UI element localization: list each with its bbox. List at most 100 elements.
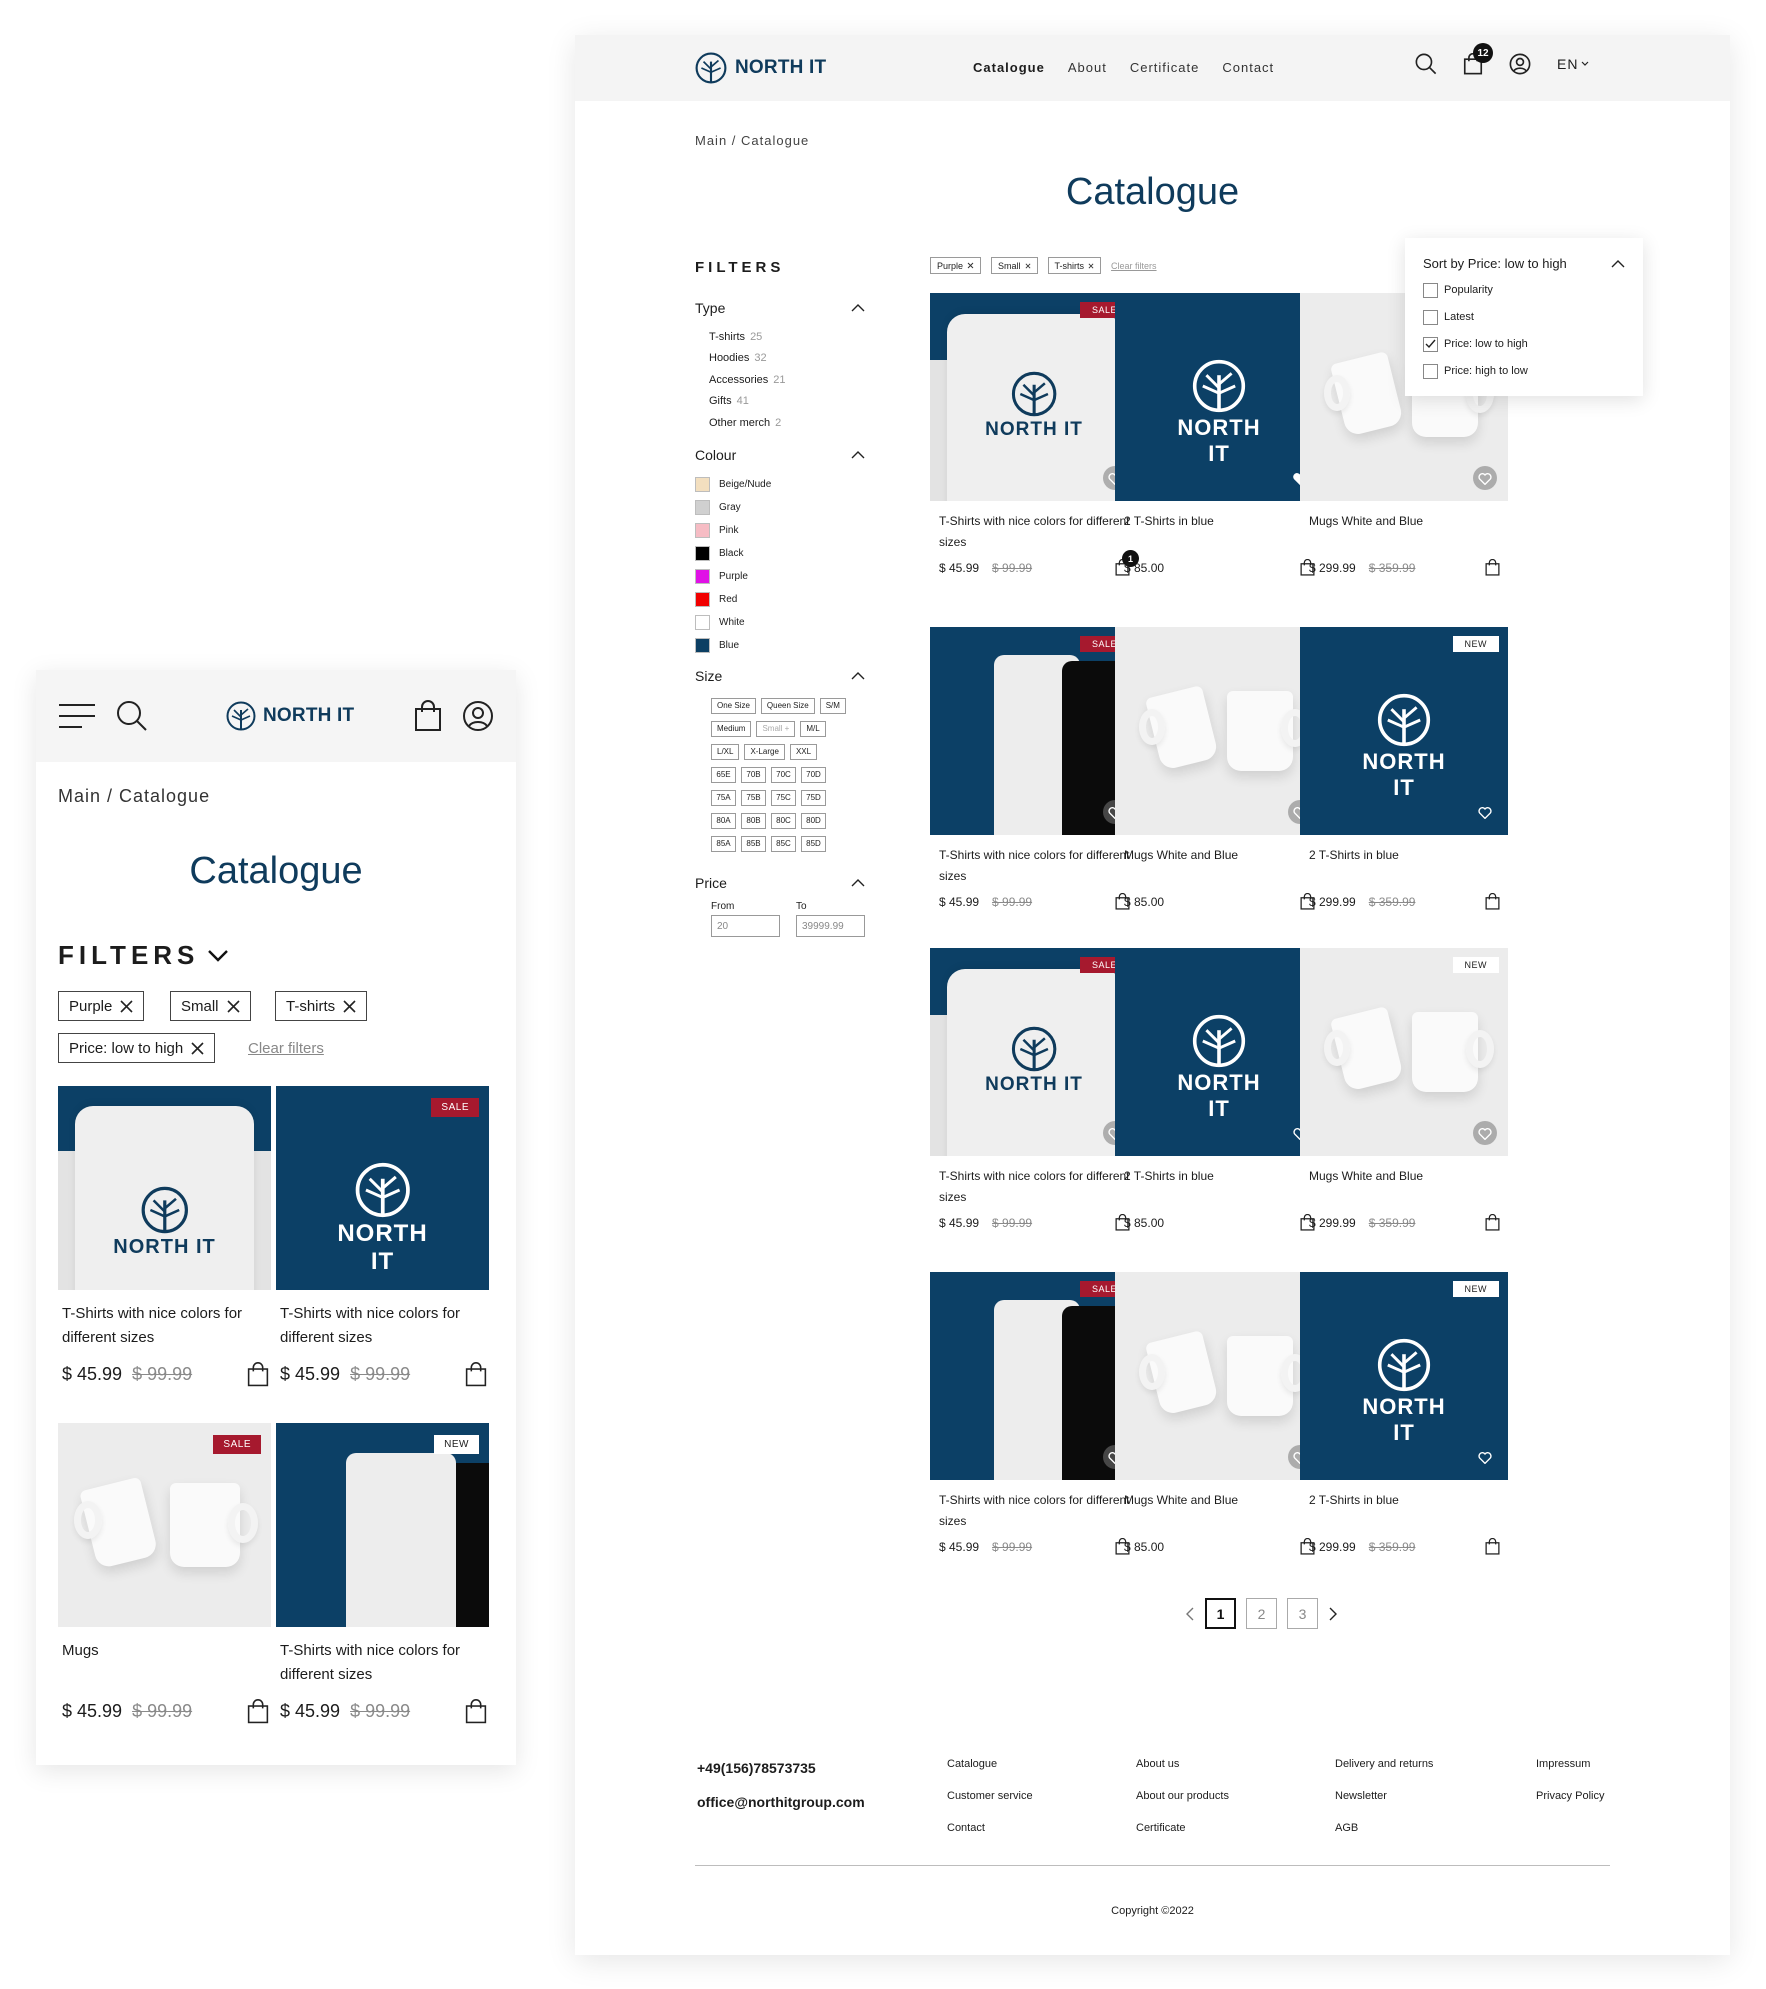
- product-name[interactable]: T-Shirts with nice colors for different …: [58, 1302, 271, 1350]
- sort-checkbox[interactable]: [1423, 309, 1438, 325]
- footer-link[interactable]: Newsletter: [1335, 1790, 1433, 1822]
- filter-chip[interactable]: Purple: [930, 257, 982, 274]
- filter-chip[interactable]: Purple: [58, 991, 145, 1021]
- size-option[interactable]: 80B: [741, 812, 766, 829]
- size-option[interactable]: 70D: [801, 766, 826, 783]
- footer-link[interactable]: About us: [1136, 1758, 1229, 1790]
- size-option[interactable]: X-Large: [744, 743, 785, 760]
- product-card[interactable]: Mugs White and Blue $ 85.00: [1115, 627, 1323, 910]
- cart-button[interactable]: 12: [1463, 43, 1493, 75]
- product-image[interactable]: SALE: [930, 1272, 1138, 1480]
- product-image[interactable]: NORTH IT SALE: [276, 1086, 489, 1290]
- product-image[interactable]: NORTH IT NEW: [1300, 1272, 1508, 1480]
- product-name[interactable]: Mugs White and Blue: [1115, 845, 1323, 887]
- product-card[interactable]: NORTH IT NEW 2 T-Shirts in blue $ 299.99 $…: [1300, 627, 1508, 910]
- size-option[interactable]: 80D: [801, 812, 826, 829]
- product-name[interactable]: Mugs: [58, 1639, 271, 1687]
- price-from-input[interactable]: 20: [711, 915, 780, 937]
- filter-option[interactable]: Accessories 21: [709, 369, 865, 391]
- filter-chip[interactable]: Small: [991, 257, 1038, 274]
- product-image[interactable]: [1115, 1272, 1323, 1480]
- size-option[interactable]: 75D: [801, 789, 826, 806]
- product-card[interactable]: NORTH IT NEW 2 T-Shirts in blue $ 299.99 $…: [1300, 1272, 1508, 1555]
- product-card[interactable]: NORTH IT SALE T-Shirts with nice colors …: [276, 1086, 489, 1387]
- size-option[interactable]: 75C: [771, 789, 796, 806]
- size-option[interactable]: 85B: [741, 835, 766, 852]
- product-image[interactable]: NORTH IT: [1115, 293, 1323, 501]
- product-name[interactable]: T-Shirts with nice colors for different …: [930, 845, 1138, 887]
- user-icon[interactable]: [462, 700, 494, 732]
- footer-link[interactable]: AGB: [1335, 1822, 1433, 1854]
- sort-checkbox[interactable]: [1423, 363, 1438, 379]
- shopping-bag-icon[interactable]: [414, 700, 442, 732]
- size-option[interactable]: L/XL: [711, 743, 740, 760]
- product-image[interactable]: NEW: [1300, 948, 1508, 1156]
- product-card[interactable]: NORTH IT SALE T-Shirts with nice colors f…: [930, 293, 1139, 576]
- product-image[interactable]: NORTH IT SALE: [930, 293, 1138, 501]
- product-name[interactable]: T-Shirts with nice colors for different …: [930, 1166, 1138, 1208]
- add-to-cart-icon[interactable]: [465, 1699, 487, 1724]
- footer-link[interactable]: Certificate: [1136, 1822, 1229, 1854]
- footer-link[interactable]: Impressum: [1536, 1758, 1604, 1790]
- add-to-cart-icon[interactable]: [247, 1362, 269, 1387]
- product-name[interactable]: 2 T-Shirts in blue: [1115, 1166, 1323, 1208]
- product-image[interactable]: NEW: [276, 1423, 489, 1627]
- add-to-cart-icon[interactable]: [1485, 1214, 1500, 1231]
- nav-about[interactable]: About: [1068, 60, 1107, 75]
- product-card[interactable]: NORTH IT T-Shirts with nice colors for d…: [58, 1086, 271, 1387]
- sort-option[interactable]: Price: high to low: [1423, 363, 1625, 379]
- nav-certificate[interactable]: Certificate: [1130, 60, 1200, 75]
- sort-option[interactable]: Price: low to high: [1423, 336, 1625, 352]
- product-card[interactable]: SALE T-Shirts with nice colors for diffe…: [930, 627, 1138, 910]
- filter-group-toggle[interactable]: Size: [695, 668, 865, 684]
- product-name[interactable]: T-Shirts with nice colors for different …: [930, 1490, 1138, 1532]
- footer-link[interactable]: Privacy Policy: [1536, 1790, 1604, 1822]
- sort-toggle[interactable]: Sort by Price: low to high: [1423, 256, 1625, 271]
- colour-option[interactable]: White: [695, 611, 865, 634]
- size-option[interactable]: 75B: [741, 789, 766, 806]
- size-option[interactable]: Small +: [756, 720, 796, 737]
- heart-icon[interactable]: [1473, 466, 1497, 490]
- filter-group-toggle[interactable]: Type: [695, 300, 865, 316]
- size-option[interactable]: 85C: [771, 835, 796, 852]
- footer-link[interactable]: Delivery and returns: [1335, 1758, 1433, 1790]
- heart-icon[interactable]: [1473, 1121, 1497, 1145]
- filter-chip[interactable]: T-shirts: [1047, 257, 1102, 274]
- size-option[interactable]: 80C: [771, 812, 796, 829]
- product-image[interactable]: NORTH IT: [1115, 948, 1323, 1156]
- product-name[interactable]: 2 T-Shirts in blue: [1300, 1490, 1508, 1532]
- chevron-right-icon[interactable]: [1328, 1607, 1338, 1621]
- add-to-cart-icon[interactable]: [1485, 1538, 1500, 1555]
- language-selector[interactable]: EN: [1557, 56, 1589, 72]
- footer-phone[interactable]: +49(156)78573735: [697, 1760, 865, 1776]
- product-card[interactable]: NORTH IT 2 T-Shirts in blue $ 85.00: [1115, 293, 1323, 576]
- close-icon[interactable]: [120, 999, 133, 1013]
- size-option[interactable]: 70B: [741, 766, 766, 783]
- sort-checkbox[interactable]: [1423, 282, 1438, 298]
- size-option[interactable]: 85D: [801, 835, 826, 852]
- brand-logo[interactable]: NORTH IT: [695, 52, 826, 84]
- add-to-cart-icon[interactable]: [1485, 893, 1500, 910]
- product-card[interactable]: NORTH IT SALE T-Shirts with nice colors f…: [930, 948, 1138, 1231]
- add-to-cart-icon[interactable]: [465, 1362, 487, 1387]
- search-icon[interactable]: [116, 700, 148, 732]
- colour-option[interactable]: Blue: [695, 634, 865, 657]
- size-option[interactable]: 80A: [711, 812, 736, 829]
- product-name[interactable]: T-Shirts with nice colors for different …: [930, 511, 1138, 553]
- colour-option[interactable]: Red: [695, 588, 865, 611]
- filter-option[interactable]: Gifts 41: [709, 391, 865, 413]
- colour-option[interactable]: Pink: [695, 519, 865, 542]
- page-button[interactable]: 2: [1246, 1598, 1277, 1629]
- filters-toggle[interactable]: FILTERS: [58, 940, 229, 971]
- footer-email[interactable]: office@northitgroup.com: [697, 1794, 865, 1810]
- nav-contact[interactable]: Contact: [1222, 60, 1274, 75]
- close-icon[interactable]: [1088, 263, 1094, 269]
- product-card[interactable]: SALE T-Shirts with nice colors for diffe…: [930, 1272, 1138, 1555]
- sort-checkbox[interactable]: [1423, 336, 1438, 352]
- size-option[interactable]: Medium: [711, 720, 752, 737]
- size-option[interactable]: XXL: [789, 743, 818, 760]
- nav-catalogue[interactable]: Catalogue: [973, 60, 1045, 75]
- size-option[interactable]: 65E: [711, 766, 736, 783]
- sort-option[interactable]: Popularity: [1423, 282, 1625, 298]
- clear-filters-link[interactable]: Clear filters: [248, 1040, 324, 1057]
